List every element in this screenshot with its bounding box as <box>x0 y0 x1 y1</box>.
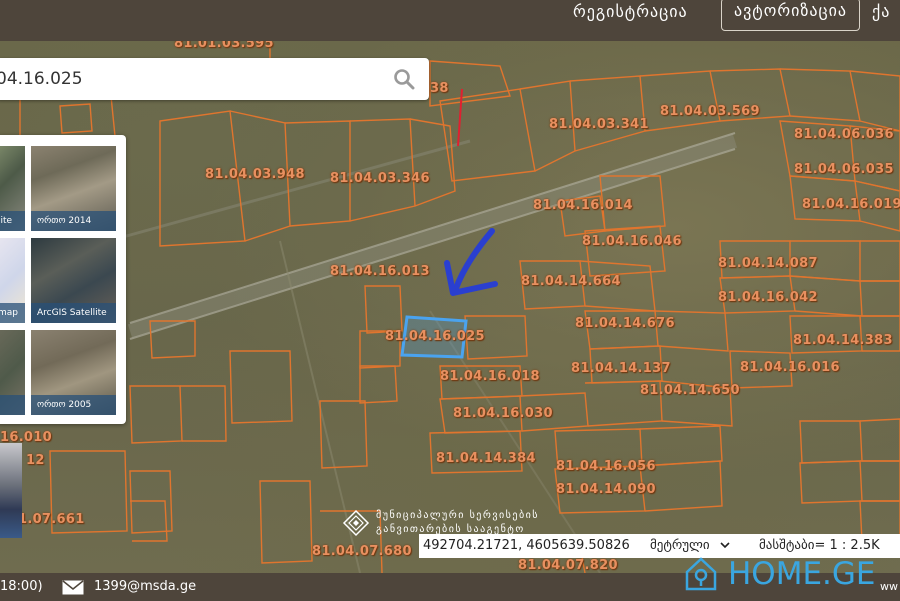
parcel-label[interactable]: 81.04.06.036 <box>794 127 894 142</box>
search-icon[interactable] <box>393 68 415 90</box>
parcel-label[interactable]: 81.04.16.013 <box>330 264 430 279</box>
map-scale: მასშტაბი= 1 : 2.5K <box>759 538 880 553</box>
basemap-tile-arcgis-satellite[interactable]: ArcGIS Satellite <box>31 238 116 323</box>
search-input[interactable] <box>0 58 376 100</box>
house-pin-icon <box>685 557 717 591</box>
parcel-label[interactable]: 81.04.16.042 <box>718 290 818 305</box>
parcel-label[interactable]: 81.04.03.948 <box>205 167 305 182</box>
parcel-label[interactable]: 12 <box>26 453 45 468</box>
map-status-bar: 492704.21721, 4605639.50826 მეტრული მასშ… <box>419 534 900 558</box>
parcel-label[interactable]: 81.04.16.019 <box>802 197 900 212</box>
parcel-label[interactable]: 81.04.14.383 <box>793 333 893 348</box>
basemap-thumbnail[interactable] <box>0 443 22 538</box>
parcel-label[interactable]: 81.04.14.664 <box>521 274 621 289</box>
parcel-label-selected[interactable]: 81.04.16.025 <box>385 329 485 344</box>
arrow-shaft <box>452 228 495 294</box>
parcel-label[interactable]: 81.04.16.030 <box>453 406 553 421</box>
parcel-label[interactable]: 81.04.16.018 <box>440 369 540 384</box>
basemap-tile-label: lite <box>0 211 25 231</box>
parcel-label[interactable]: 81.04.14.650 <box>640 383 740 398</box>
parcel-label[interactable]: 81.04.07.820 <box>518 558 618 573</box>
parcel-label[interactable]: 81.04.14.090 <box>556 482 656 497</box>
envelope-icon <box>62 580 84 595</box>
basemap-tile-label: map <box>0 303 25 323</box>
register-link[interactable]: რეგისტრაცია <box>573 0 688 31</box>
basemap-picker: lite ორთო 2014 map ArcGIS Satellite ორთო… <box>0 135 126 424</box>
parcel-label[interactable]: 81.04.14.137 <box>571 361 671 376</box>
basemap-tile-label: ორთო 2014 <box>31 211 116 231</box>
parcel-label[interactable]: 81.04.03.341 <box>549 117 649 132</box>
parcel-label[interactable]: 81.04.16.046 <box>582 234 682 249</box>
chevron-down-icon <box>720 542 730 549</box>
parcel-label[interactable]: 38 <box>430 81 449 96</box>
parcel-label[interactable]: 1.07.661 <box>18 512 85 527</box>
parcel-label[interactable]: 81.04.03.346 <box>330 171 430 186</box>
parcel-label[interactable]: 81.04.16.016 <box>740 360 840 375</box>
parcel-label[interactable]: 81.04.14.384 <box>436 451 536 466</box>
cadastral-search-box <box>0 58 429 100</box>
coordinates-readout: 492704.21721, 4605639.50826 <box>423 538 630 553</box>
parcel-label[interactable]: 81.04.06.035 <box>794 162 894 177</box>
basemap-tile-label: ორთო 2005 <box>31 395 116 415</box>
parcel-label[interactable]: 81.04.03.569 <box>660 104 760 119</box>
basemap-tile-unnamed[interactable] <box>0 330 25 415</box>
login-button[interactable]: ავტორიზაცია <box>721 0 860 31</box>
parcel-label[interactable]: 81.01.03.595 <box>174 41 274 51</box>
unit-dropdown[interactable]: მეტრული <box>650 534 730 558</box>
basemap-tile-lite[interactable]: lite <box>0 146 25 231</box>
agency-logo-icon <box>342 509 370 537</box>
basemap-tile-ortho-2005[interactable]: ორთო 2005 <box>31 330 116 415</box>
home-ge-text: HOME.GE <box>728 556 876 592</box>
parcel-boundaries <box>0 46 900 573</box>
parcel-label[interactable]: 81.04.14.676 <box>575 316 675 331</box>
unit-label: მეტრული <box>650 538 710 553</box>
basemap-tile-label <box>0 395 25 415</box>
arrow-head <box>444 260 498 296</box>
contact-email[interactable]: 1399@msda.ge <box>94 573 196 601</box>
agency-name-line1: მუნიციპალური სერვისების <box>376 510 540 521</box>
top-navbar: რეგისტრაცია ავტორიზაცია ქა <box>0 0 900 41</box>
parcel-label[interactable]: 81.04.14.087 <box>718 256 818 271</box>
basemap-tile-label: ArcGIS Satellite <box>31 303 116 323</box>
working-hours: 18:00) <box>0 579 43 594</box>
map-canvas[interactable]: 81.01.03.595 38 81.04.03.341 81.04.03.56… <box>0 41 900 573</box>
parcel-label[interactable]: 81.04.07.680 <box>312 544 412 559</box>
parcel-label[interactable]: 81.04.16.056 <box>556 459 656 474</box>
basemap-tile-map[interactable]: map <box>0 238 25 323</box>
language-switch[interactable]: ქა <box>872 0 890 31</box>
footer-trailing-text: ww <box>880 580 898 593</box>
parcel-label[interactable]: 81.04.16.014 <box>533 198 633 213</box>
basemap-tile-ortho-2014[interactable]: ორთო 2014 <box>31 146 116 231</box>
